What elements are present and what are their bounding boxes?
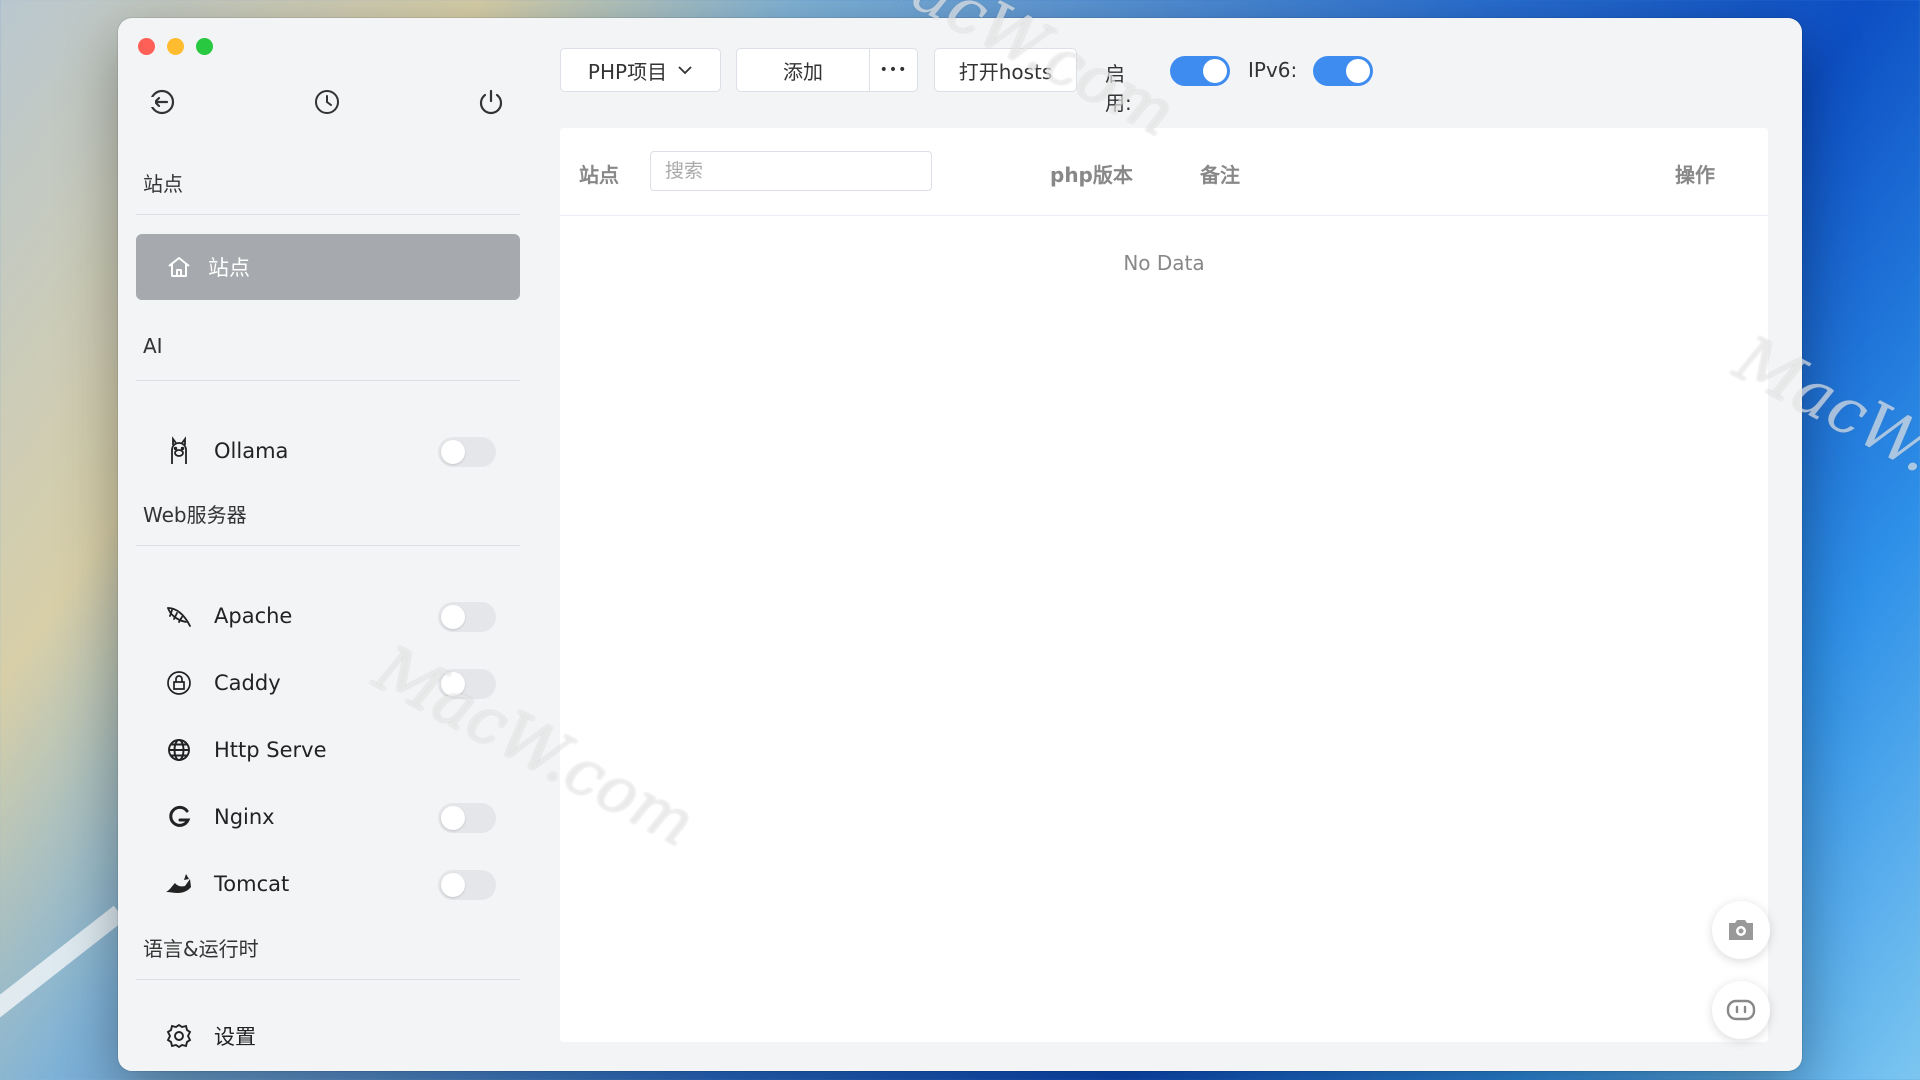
power-icon[interactable] bbox=[475, 86, 507, 118]
service-label: Tomcat bbox=[214, 872, 290, 896]
sidebar: 站点 站点 AI Ollama Web服务器 Apache Caddy Http… bbox=[118, 18, 536, 1071]
add-button-label: 添加 bbox=[783, 59, 823, 84]
ollama-toggle[interactable] bbox=[438, 437, 496, 467]
project-type-value: PHP项目 bbox=[587, 59, 668, 84]
sidebar-top-icons bbox=[118, 86, 536, 126]
robot-icon bbox=[1725, 996, 1757, 1024]
service-label: Nginx bbox=[214, 805, 275, 829]
sidebar-item-settings[interactable]: 设置 bbox=[136, 1008, 520, 1064]
screenshot-button[interactable] bbox=[1712, 901, 1770, 959]
nginx-icon bbox=[164, 802, 194, 832]
wallpaper-streak bbox=[0, 905, 125, 1080]
table-header: 站点 php版本 备注 操作 bbox=[560, 128, 1768, 216]
sidebar-item-label: 站点 bbox=[208, 256, 250, 280]
sidebar-item-apache[interactable]: Apache bbox=[136, 588, 520, 644]
settings-label: 设置 bbox=[214, 1025, 256, 1049]
section-divider bbox=[136, 380, 520, 381]
ipv6-toggle[interactable] bbox=[1313, 56, 1373, 86]
camera-icon bbox=[1726, 917, 1756, 943]
sidebar-item-sites[interactable]: 站点 bbox=[136, 234, 520, 300]
section-lang-label: 语言&运行时 bbox=[143, 937, 259, 961]
assistant-button[interactable] bbox=[1712, 981, 1770, 1039]
column-php-version: php版本 bbox=[1050, 163, 1133, 187]
service-label: Http Serve bbox=[214, 738, 327, 762]
sidebar-item-ollama[interactable]: Ollama bbox=[136, 423, 520, 479]
open-hosts-label: 打开hosts bbox=[958, 59, 1053, 84]
add-button[interactable]: 添加 bbox=[736, 48, 870, 92]
section-divider bbox=[136, 979, 520, 980]
more-button[interactable]: ••• bbox=[869, 48, 918, 92]
feather-icon bbox=[164, 601, 194, 631]
service-label: Ollama bbox=[214, 439, 289, 463]
caddy-icon bbox=[164, 668, 194, 698]
column-site: 站点 bbox=[579, 163, 619, 187]
caddy-toggle[interactable] bbox=[438, 669, 496, 699]
column-note: 备注 bbox=[1200, 163, 1240, 187]
more-icon: ••• bbox=[879, 62, 908, 78]
sidebar-item-http-serve[interactable]: Http Serve bbox=[136, 722, 520, 778]
app-window: 站点 站点 AI Ollama Web服务器 Apache Caddy Http… bbox=[118, 18, 1802, 1071]
section-web-label: Web服务器 bbox=[143, 503, 247, 527]
tomcat-toggle[interactable] bbox=[438, 870, 496, 900]
empty-state: No Data bbox=[1123, 251, 1205, 275]
sites-table: 站点 php版本 备注 操作 No Data bbox=[560, 128, 1768, 1042]
llama-icon bbox=[164, 436, 194, 466]
nginx-toggle[interactable] bbox=[438, 803, 496, 833]
project-type-select[interactable]: PHP项目 bbox=[560, 48, 721, 92]
sidebar-item-caddy[interactable]: Caddy bbox=[136, 655, 520, 711]
service-label: Caddy bbox=[214, 671, 281, 695]
tomcat-icon bbox=[164, 869, 194, 899]
home-icon bbox=[166, 254, 192, 280]
section-divider bbox=[136, 214, 520, 215]
globe-icon bbox=[164, 735, 194, 765]
enable-toggle[interactable] bbox=[1170, 56, 1230, 86]
sidebar-item-nginx[interactable]: Nginx bbox=[136, 789, 520, 845]
ipv6-label: IPv6: bbox=[1248, 58, 1298, 82]
apache-toggle[interactable] bbox=[438, 602, 496, 632]
chevron-down-icon bbox=[677, 65, 693, 75]
open-hosts-button[interactable]: 打开hosts bbox=[934, 48, 1077, 92]
search-input[interactable] bbox=[650, 151, 932, 191]
service-label: Apache bbox=[214, 604, 293, 628]
sidebar-item-tomcat[interactable]: Tomcat bbox=[136, 856, 520, 912]
gear-icon bbox=[164, 1021, 194, 1051]
section-sites-label: 站点 bbox=[143, 172, 183, 196]
back-icon[interactable] bbox=[146, 86, 178, 118]
section-ai-label: AI bbox=[143, 334, 163, 358]
history-icon[interactable] bbox=[311, 86, 343, 118]
column-action: 操作 bbox=[1675, 163, 1715, 187]
section-divider bbox=[136, 545, 520, 546]
enable-label: 启用: bbox=[1105, 62, 1132, 115]
